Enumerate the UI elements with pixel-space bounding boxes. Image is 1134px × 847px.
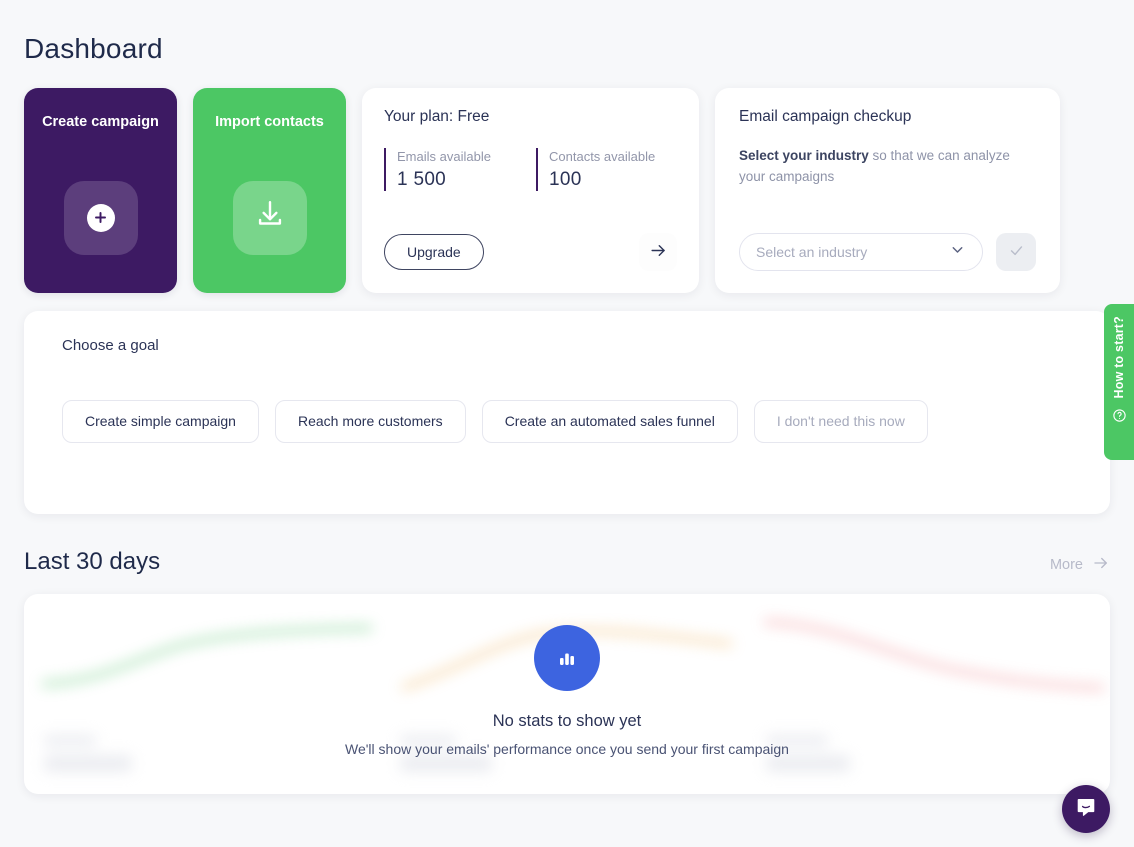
last-30-days-title: Last 30 days <box>24 547 161 575</box>
import-contacts-label: Import contacts <box>215 113 324 130</box>
check-icon <box>1008 242 1025 262</box>
download-icon <box>253 198 287 237</box>
choose-goal-panel: Choose a goal Create simple campaign Rea… <box>24 310 1110 514</box>
more-label: More <box>1049 556 1083 573</box>
stats-panel: No stats to show yet We'll show your ema… <box>24 593 1110 794</box>
stat-value: 1 500 <box>397 168 447 190</box>
chat-bubble-icon <box>1074 795 1098 824</box>
goal-buttons: Create simple campaign Reach more custom… <box>62 399 1110 443</box>
bar-chart-icon <box>534 624 600 691</box>
stat-label: Emails available <box>397 148 491 164</box>
chat-widget-button[interactable] <box>1062 785 1110 833</box>
import-contacts-icon-box <box>232 180 307 255</box>
plan-next-button[interactable] <box>639 232 677 271</box>
industry-select[interactable]: Select an industry <box>739 232 983 271</box>
email-campaign-checkup-card: Email campaign checkup Select your indus… <box>715 87 1060 293</box>
stats-empty-title: No stats to show yet <box>492 711 642 730</box>
checkup-controls: Select an industry <box>739 232 1036 271</box>
arrow-right-icon <box>649 241 668 263</box>
last-30-days-header: Last 30 days More <box>24 548 1110 576</box>
question-circle-icon <box>1112 408 1127 428</box>
upgrade-button[interactable]: Upgrade <box>384 233 484 270</box>
industry-confirm-button[interactable] <box>996 232 1036 271</box>
plus-icon <box>86 203 115 232</box>
goal-button-automated-sales-funnel[interactable]: Create an automated sales funnel <box>481 399 738 443</box>
page-title: Dashboard <box>24 33 163 64</box>
stats-empty-subtitle: We'll show your emails' performance once… <box>345 740 789 757</box>
stat-value: 100 <box>549 168 582 190</box>
checkup-title: Email campaign checkup <box>739 107 912 125</box>
checkup-description: Select your industry so that we can anal… <box>739 146 1036 188</box>
arrow-right-icon <box>1092 554 1110 576</box>
goal-button-create-simple-campaign[interactable]: Create simple campaign <box>62 399 259 443</box>
choose-goal-title: Choose a goal <box>62 336 159 354</box>
plan-actions: Upgrade <box>384 232 677 271</box>
import-contacts-card[interactable]: Import contacts <box>193 87 346 293</box>
top-cards-row: Create campaign Import contacts Your pla… <box>24 87 1110 293</box>
goal-button-dismiss[interactable]: I don't need this now <box>753 399 928 443</box>
stat-label: Contacts available <box>549 148 656 164</box>
plan-title: Your plan: Free <box>384 107 490 125</box>
create-campaign-label: Create campaign <box>42 113 159 130</box>
plan-card: Your plan: Free Emails available 1 500 C… <box>362 87 699 293</box>
goal-button-reach-more-customers[interactable]: Reach more customers <box>274 399 466 443</box>
create-campaign-card[interactable]: Create campaign <box>24 87 177 293</box>
stats-empty-state: No stats to show yet We'll show your ema… <box>24 594 1110 794</box>
chevron-down-icon <box>949 241 966 263</box>
dashboard-page: Dashboard Create campaign Import contact… <box>0 0 1134 847</box>
more-link[interactable]: More <box>1050 554 1110 576</box>
how-to-start-tab[interactable]: How to start? <box>1104 304 1134 460</box>
plan-stats: Emails available 1 500 Contacts availabl… <box>384 147 677 191</box>
how-to-start-label: How to start? <box>1112 316 1126 399</box>
create-campaign-icon-box <box>63 180 138 255</box>
checkup-desc-strong: Select your industry <box>739 147 869 163</box>
stat-contacts-available: Contacts available 100 <box>536 147 656 191</box>
stat-emails-available: Emails available 1 500 <box>384 147 536 191</box>
industry-select-placeholder: Select an industry <box>756 243 868 260</box>
